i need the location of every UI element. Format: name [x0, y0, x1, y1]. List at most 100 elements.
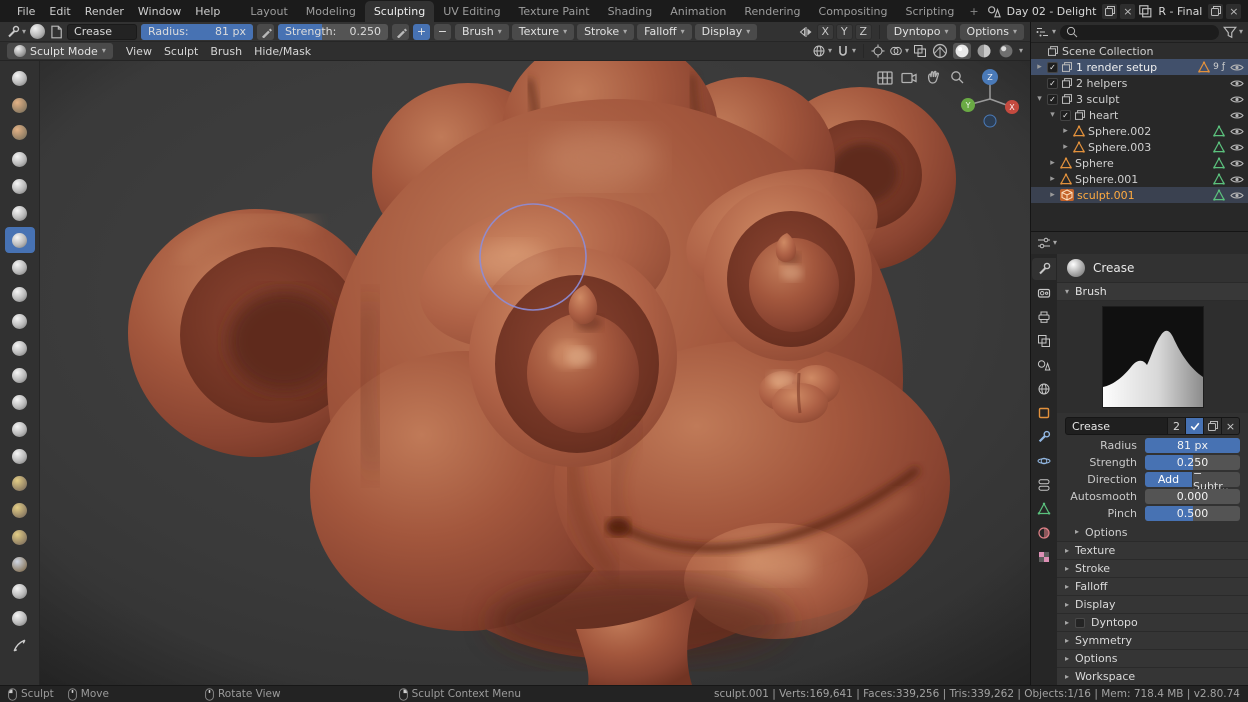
shading-dropdown[interactable]: ▾	[1019, 47, 1023, 55]
mirror-axis-z-toggle[interactable]: Z	[854, 23, 872, 40]
hide-in-viewport-toggle[interactable]	[1230, 191, 1244, 200]
properties-tab-material[interactable]	[1032, 522, 1056, 544]
direction-subtract-button[interactable]: − Subtr..	[1193, 467, 1240, 493]
panel-section-options[interactable]: ▸ Options	[1057, 649, 1248, 667]
brush-options-subpanel[interactable]: ▸ Options	[1057, 523, 1248, 541]
collection-icon[interactable]	[1061, 77, 1073, 89]
tool-inflate-button[interactable]	[5, 173, 35, 199]
mesh-data-icon[interactable]	[1213, 189, 1225, 201]
add-workspace-button[interactable]: +	[963, 1, 984, 22]
mesh-object-icon[interactable]	[1060, 173, 1072, 185]
properties-tab-modifiers[interactable]	[1032, 426, 1056, 448]
expand-arrow[interactable]: ▾	[1035, 94, 1044, 104]
tool-elastic-deform-button[interactable]	[5, 416, 35, 442]
radius-pressure-toggle[interactable]	[257, 23, 275, 40]
outliner-row-heart[interactable]: ▾ ✓ heart	[1031, 107, 1248, 123]
collection-icon[interactable]	[1074, 109, 1086, 121]
shading-wireframe-button[interactable]	[931, 43, 949, 59]
workspace-tab-shading[interactable]: Shading	[599, 1, 662, 22]
menu-file[interactable]: File	[10, 3, 42, 20]
tool-scrape-button[interactable]	[5, 335, 35, 361]
editor-type-properties-icon[interactable]: ▾	[1037, 236, 1057, 250]
properties-tab-texture[interactable]	[1032, 546, 1056, 568]
brush-name-field[interactable]: Crease	[67, 23, 138, 40]
tool-dropdown-icon[interactable]: ▾	[6, 25, 26, 39]
tool-smooth-button[interactable]	[5, 254, 35, 280]
mode-selector[interactable]: Sculpt Mode ▾	[7, 43, 113, 59]
mesh-data-icon[interactable]	[1213, 141, 1225, 153]
outliner-row-sphere-002[interactable]: ▸ Sphere.002	[1031, 123, 1248, 139]
workspace-tab-modeling[interactable]: Modeling	[297, 1, 365, 22]
transform-orientation-dropdown[interactable]: ▾	[812, 44, 832, 58]
panel-section-workspace[interactable]: ▸ Workspace	[1057, 667, 1248, 685]
panel-section-stroke[interactable]: ▸ Stroke	[1057, 559, 1248, 577]
mesh-object-icon[interactable]	[1060, 157, 1072, 169]
panel-section-falloff[interactable]: ▸ Falloff	[1057, 577, 1248, 595]
hide-in-viewport-toggle[interactable]	[1230, 143, 1244, 152]
collection-checkbox[interactable]: ✓	[1047, 93, 1058, 105]
options-dropdown[interactable]: Options ▾	[959, 23, 1024, 40]
header-menu-falloff[interactable]: Falloff ▾	[637, 23, 692, 40]
tool-pinch-button[interactable]	[5, 362, 35, 388]
collection-checkbox[interactable]: ✓	[1047, 77, 1058, 89]
tool-clay-strips-button[interactable]	[5, 119, 35, 145]
properties-tab-object-data[interactable]	[1032, 498, 1056, 520]
hide-in-viewport-toggle[interactable]	[1230, 95, 1244, 104]
new-brush-button[interactable]	[1204, 417, 1222, 435]
pinch-slider[interactable]: 0.500	[1145, 506, 1240, 521]
mesh-data-icon[interactable]	[1213, 157, 1225, 169]
collection-icon[interactable]	[1061, 93, 1073, 105]
panel-section-texture[interactable]: ▸ Texture	[1057, 541, 1248, 559]
hide-in-viewport-toggle[interactable]	[1230, 175, 1244, 184]
outliner-row-1-render-setup[interactable]: ▸ ✓ 1 render setup 9 ƒ	[1031, 59, 1248, 75]
shading-material-button[interactable]	[975, 43, 993, 59]
tool-simplify-button[interactable]	[5, 578, 35, 604]
menu-edit[interactable]: Edit	[42, 3, 77, 20]
direction-add-toggle[interactable]: +	[413, 23, 431, 40]
viewport-menu-brush[interactable]: Brush	[205, 44, 247, 59]
workspace-tab-layout[interactable]: Layout	[241, 1, 296, 22]
viewport-menu-view[interactable]: View	[121, 44, 157, 59]
header-menu-brush[interactable]: Brush ▾	[455, 23, 509, 40]
dyntopo-dropdown[interactable]: Dyntopo ▾	[886, 23, 956, 40]
workspace-tab-rendering[interactable]: Rendering	[735, 1, 809, 22]
dyntopo-checkbox[interactable]	[1075, 617, 1086, 628]
properties-tab-render[interactable]	[1032, 282, 1056, 304]
tool-fill-button[interactable]	[5, 308, 35, 334]
direction-subtract-toggle[interactable]: −	[434, 23, 452, 40]
new-scene-button[interactable]	[1102, 3, 1118, 19]
hide-in-viewport-toggle[interactable]	[1230, 111, 1244, 120]
viewport-menu-sculpt[interactable]: Sculpt	[159, 44, 203, 59]
mesh-data-icon[interactable]	[1213, 125, 1225, 137]
outliner-row-sphere-001[interactable]: ▸ Sphere.001	[1031, 171, 1248, 187]
xray-toggle-icon[interactable]	[913, 44, 927, 58]
view-layer-name[interactable]: R - Final	[1155, 5, 1205, 18]
expand-arrow[interactable]: ▸	[1061, 126, 1070, 136]
properties-tab-physics[interactable]	[1032, 450, 1056, 472]
outliner-filter-icon[interactable]: ▾	[1223, 25, 1243, 39]
brush-preview-image[interactable]	[1101, 306, 1204, 408]
outliner-row-sphere-003[interactable]: ▸ Sphere.003	[1031, 139, 1248, 155]
editor-type-outliner-icon[interactable]: ▾	[1036, 25, 1056, 39]
direction-add-button[interactable]: Add	[1145, 472, 1192, 487]
radius-slider[interactable]: 81 px	[1145, 438, 1240, 453]
snapping-magnet-icon[interactable]: ▾	[836, 44, 856, 58]
properties-tab-active-tool[interactable]	[1032, 258, 1056, 280]
browse-brush-icon[interactable]	[49, 25, 63, 39]
hide-in-viewport-toggle[interactable]	[1230, 63, 1244, 72]
strength-pressure-toggle[interactable]	[392, 23, 410, 40]
workspace-tab-sculpting[interactable]: Sculpting	[364, 1, 435, 22]
mirror-axis-x-toggle[interactable]: X	[816, 23, 834, 40]
expand-arrow[interactable]: ▸	[1048, 190, 1057, 200]
panel-section-dyntopo[interactable]: ▸ Dyntopo	[1057, 613, 1248, 631]
tool-rotate-button[interactable]	[5, 551, 35, 577]
tool-snake-hook-button[interactable]	[5, 443, 35, 469]
mesh-data-icon[interactable]	[1213, 173, 1225, 185]
outliner-row-2-helpers[interactable]: ✓ 2 helpers	[1031, 75, 1248, 91]
tool-annotate-button[interactable]	[5, 632, 35, 658]
header-menu-display[interactable]: Display ▾	[694, 23, 758, 40]
menu-render[interactable]: Render	[78, 3, 131, 20]
viewport-menu-hide-mask[interactable]: Hide/Mask	[249, 44, 316, 59]
shading-solid-button[interactable]	[952, 43, 971, 59]
tool-draw-button[interactable]	[5, 65, 35, 91]
